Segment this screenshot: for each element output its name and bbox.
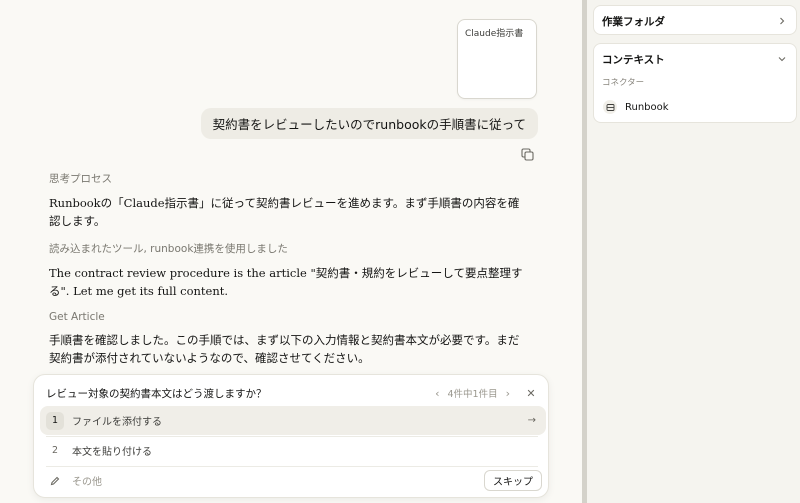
runbook-icon <box>603 100 617 114</box>
user-message-text: 契約書をレビューしたいのでrunbookの手順書に従って <box>212 117 526 132</box>
pager-text: 4件中1件目 <box>447 389 498 400</box>
option-paste-text[interactable]: 2 本文を貼り付ける <box>40 436 546 465</box>
chevron-right-icon <box>780 17 785 25</box>
question-card: レビュー対象の契約書本文はどう渡しますか？ ‹ 4件中1件目 › ✕ 1 ファイ… <box>33 374 549 498</box>
option-number: 1 <box>46 411 64 430</box>
question-title: レビュー対象の契約書本文はどう渡しますか？ <box>46 387 267 400</box>
chevron-right-icon[interactable]: › <box>506 387 510 400</box>
work-folder-title: 作業フォルダ <box>602 15 665 28</box>
other-input[interactable]: その他 <box>72 473 484 488</box>
option-label: ファイルを添付する <box>72 417 162 428</box>
thinking-text: Runbookの「Claude指示書」に従って契約書レビューを進めます。まず手順… <box>49 196 520 228</box>
attachment-card[interactable]: Claude指示書 <box>457 19 537 99</box>
chat-pane: Claude指示書 契約書をレビューしたいのでrunbookの手順書に従って 思… <box>0 0 582 503</box>
context-header[interactable]: コンテキスト <box>594 44 796 74</box>
work-folder-panel[interactable]: 作業フォルダ <box>593 5 797 35</box>
get-article-block: Get Article 手順書を確認しました。この手順では、まず以下の入力情報と… <box>49 311 529 367</box>
connector-runbook[interactable]: Runbook <box>594 98 796 116</box>
thinking-block: 思考プロセス Runbookの「Claude指示書」に従って契約書レビューを進め… <box>49 171 529 230</box>
connectors-label: コネクター <box>602 78 645 88</box>
tool-use-label[interactable]: 読み込まれたツール, runbook連携を使用しました <box>49 241 529 256</box>
connector-label: Runbook <box>625 101 669 113</box>
question-pager: ‹ 4件中1件目 › <box>435 386 510 401</box>
option-number: 2 <box>51 445 59 456</box>
tool-use-block: 読み込まれたツール, runbook連携を使用しました The contract… <box>49 241 529 300</box>
option-attach-file[interactable]: 1 ファイルを添付する → <box>40 406 546 435</box>
context-title: コンテキスト <box>602 53 665 66</box>
user-message-bubble: 契約書をレビューしたいのでrunbookの手順書に従って <box>200 108 538 139</box>
work-folder-header[interactable]: 作業フォルダ <box>594 6 796 36</box>
get-article-label[interactable]: Get Article <box>49 311 529 323</box>
close-icon[interactable]: ✕ <box>524 387 538 400</box>
copy-icon[interactable] <box>521 146 534 161</box>
context-panel: コンテキスト コネクター Runbook <box>593 43 797 123</box>
get-article-text: 手順書を確認しました。この手順では、まず以下の入力情報と契約書本文が必要です。ま… <box>49 333 520 365</box>
option-other[interactable]: その他 スキップ <box>40 466 546 495</box>
chevron-down-icon <box>778 57 786 62</box>
question-header: レビュー対象の契約書本文はどう渡しますか？ ‹ 4件中1件目 › ✕ <box>46 383 538 403</box>
option-label: 本文を貼り付ける <box>72 447 152 458</box>
skip-button[interactable]: スキップ <box>484 470 542 491</box>
thinking-label[interactable]: 思考プロセス <box>49 171 529 186</box>
tool-use-text: The contract review procedure is the art… <box>49 266 523 298</box>
pencil-icon <box>46 472 64 490</box>
attachment-title: Claude指示書 <box>465 29 524 39</box>
chevron-left-icon[interactable]: ‹ <box>435 387 439 400</box>
arrow-right-icon: → <box>527 415 536 426</box>
